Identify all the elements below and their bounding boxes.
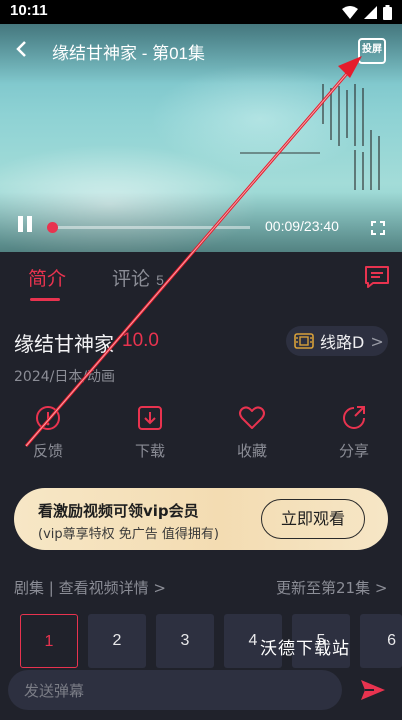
feedback-label: 反馈: [32, 442, 63, 460]
video-title: 缘结甘神家 - 第01集: [52, 44, 206, 63]
pause-icon: [18, 216, 23, 232]
chevron-right-icon: >: [370, 331, 384, 351]
chevron-right-icon: >: [370, 579, 388, 597]
danmaku-placeholder: 发送弹幕: [24, 682, 85, 700]
watch-now-button[interactable]: 立即观看: [261, 499, 365, 539]
comment-count: 5: [156, 272, 164, 288]
favorite-button[interactable]: 收藏: [222, 404, 282, 461]
signal-icon: [364, 6, 377, 19]
vip-title: 看激励视频可领vip会员: [38, 502, 199, 520]
status-time: 10:11: [10, 2, 48, 19]
episode-item[interactable]: 1: [20, 614, 78, 668]
action-row: 反馈 下载 收藏 分享: [0, 404, 402, 468]
favorite-label: 收藏: [236, 442, 267, 460]
chevron-right-icon: >: [148, 579, 166, 597]
tab-underline: [30, 298, 60, 301]
feedback-button[interactable]: 反馈: [18, 404, 78, 461]
episode-details-link[interactable]: 剧集 | 查看视频详情 >: [14, 577, 166, 598]
share-label: 分享: [338, 442, 369, 460]
video-frame-credits: [318, 80, 384, 192]
detail-tabs: 简介 评论 5: [0, 252, 402, 304]
show-meta: 2024/日本/动画: [14, 369, 116, 385]
download-icon: [138, 406, 162, 430]
episode-update-label: 更新至第21集: [276, 579, 371, 597]
download-label: 下载: [134, 442, 165, 460]
show-title: 缘结甘神家: [14, 332, 114, 356]
download-button[interactable]: 下载: [120, 404, 180, 461]
film-icon: [294, 333, 314, 349]
time-display: 00:09/23:40: [265, 218, 339, 234]
pause-button[interactable]: [16, 216, 36, 234]
share-button[interactable]: 分享: [324, 404, 384, 461]
fullscreen-button[interactable]: [371, 220, 385, 235]
watermark: 沃德下载站: [260, 639, 350, 659]
send-icon: [361, 680, 385, 700]
wifi-icon: [342, 6, 358, 19]
progress-knob[interactable]: [47, 222, 58, 233]
share-icon: [343, 406, 365, 429]
vip-subtitle: (vip尊享特权 免广告 值得拥有): [38, 527, 219, 542]
video-player[interactable]: 缘结甘神家 - 第01集 投屏 00:09/23:40: [0, 24, 402, 252]
episode-details-label: 剧集 | 查看视频详情: [14, 579, 149, 597]
feedback-icon: [36, 406, 60, 430]
video-frame-credits-line: [240, 152, 320, 154]
show-rating: 10.0: [122, 330, 159, 351]
back-arrow-icon: [16, 41, 26, 57]
vip-banner: 看激励视频可领vip会员 (vip尊享特权 免广告 值得拥有) 立即观看: [14, 488, 388, 550]
tab-intro[interactable]: 简介: [28, 264, 66, 291]
status-icons: [342, 5, 392, 20]
episode-update-link[interactable]: 更新至第21集 >: [276, 577, 387, 598]
danmaku-input[interactable]: 发送弹幕: [8, 670, 342, 710]
fullscreen-icon: [371, 221, 385, 235]
message-icon: [365, 266, 389, 288]
route-label: 线路D: [320, 333, 365, 352]
back-button[interactable]: [14, 39, 36, 61]
send-button[interactable]: [360, 678, 386, 702]
status-bar: 10:11: [0, 0, 402, 24]
tab-comments[interactable]: 评论 5: [112, 264, 164, 291]
heart-icon: [239, 406, 265, 429]
message-button[interactable]: [364, 265, 390, 289]
route-selector-button[interactable]: 线路D >: [286, 326, 388, 356]
progress-bar[interactable]: [47, 222, 250, 233]
battery-icon: [383, 5, 392, 20]
episode-item[interactable]: 6: [360, 614, 402, 668]
episode-item[interactable]: 3: [156, 614, 214, 668]
episode-item[interactable]: 2: [88, 614, 146, 668]
cast-button[interactable]: 投屏: [358, 38, 386, 64]
tab-comments-label: 评论: [112, 268, 151, 290]
